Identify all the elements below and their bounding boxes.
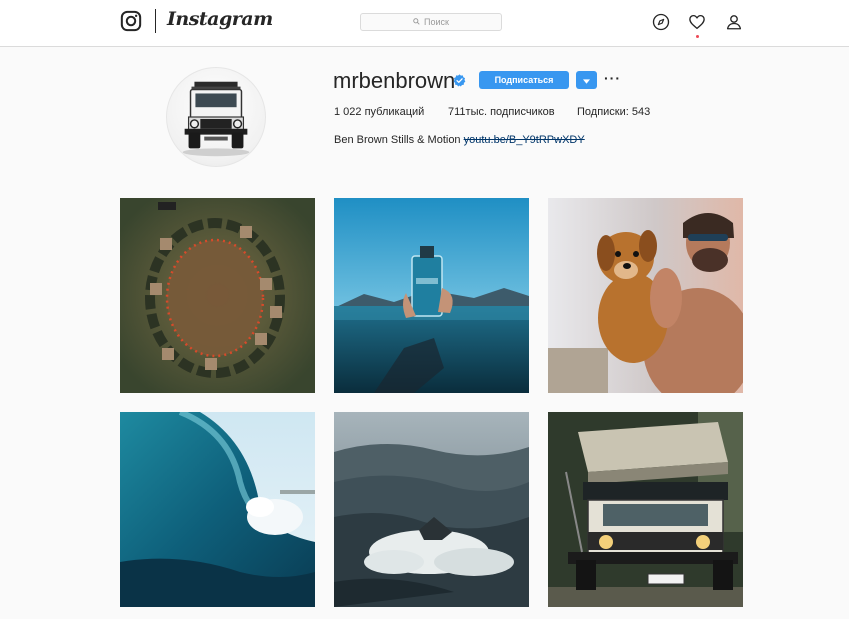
logo-divider bbox=[155, 9, 156, 33]
search-placeholder: Поиск bbox=[424, 17, 449, 27]
person-icon[interactable] bbox=[725, 13, 743, 31]
followers-count[interactable]: 711тыс. подписчиков bbox=[448, 106, 555, 118]
following-count[interactable]: Подписки: 543 bbox=[577, 106, 650, 118]
post-thumbnail[interactable] bbox=[120, 412, 315, 607]
verified-badge-icon bbox=[453, 74, 466, 87]
heart-icon[interactable] bbox=[688, 13, 706, 31]
top-navigation-bar: Instagram Поиск bbox=[0, 0, 849, 47]
more-options-button[interactable]: ··· bbox=[604, 71, 621, 85]
post-thumbnail[interactable] bbox=[334, 198, 529, 393]
profile-bio: Ben Brown Stills & Motion youtu.be/B_Y9t… bbox=[334, 134, 585, 146]
posts-count: 1 022 публикаций bbox=[334, 106, 425, 118]
instagram-logo-icon[interactable] bbox=[120, 10, 142, 32]
bio-external-link[interactable]: youtu.be/B_Y9tRPwXDY bbox=[464, 134, 585, 146]
instagram-wordmark[interactable]: Instagram bbox=[167, 8, 273, 30]
triangle-down-icon bbox=[583, 71, 590, 89]
bio-full-name: Ben Brown Stills & Motion bbox=[334, 134, 461, 146]
post-thumbnail[interactable] bbox=[548, 412, 743, 607]
search-icon bbox=[413, 17, 420, 27]
post-thumbnail[interactable] bbox=[334, 412, 529, 607]
profile-username: mrbenbrown bbox=[333, 68, 456, 93]
search-input[interactable]: Поиск bbox=[360, 13, 502, 31]
compass-icon[interactable] bbox=[652, 13, 670, 31]
profile-avatar[interactable] bbox=[166, 67, 266, 167]
follow-button[interactable]: Подписаться bbox=[479, 71, 569, 89]
post-thumbnail[interactable] bbox=[120, 198, 315, 393]
notification-dot bbox=[696, 35, 699, 38]
suggested-accounts-dropdown-button[interactable] bbox=[576, 71, 597, 89]
post-thumbnail[interactable] bbox=[548, 198, 743, 393]
